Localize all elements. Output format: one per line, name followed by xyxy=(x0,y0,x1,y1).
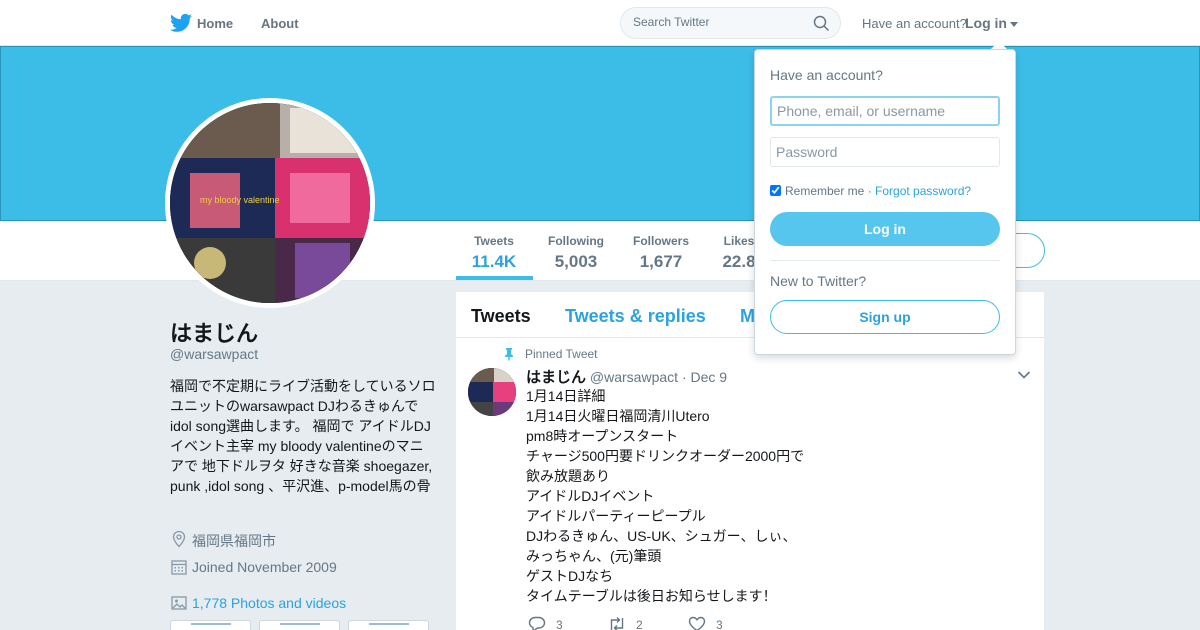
tweet-line: 1月14日火曜日福岡清川Utero xyxy=(526,408,710,424)
like-count: 3 xyxy=(716,618,723,630)
stat-label: Tweets xyxy=(474,234,514,248)
heart-icon xyxy=(688,616,706,630)
stat-value: 1,677 xyxy=(639,252,683,271)
remember-me-label[interactable]: Remember me xyxy=(785,184,864,198)
stat-label: Followers xyxy=(632,234,689,248)
have-account-text: Have an account? xyxy=(862,16,967,31)
login-button[interactable]: Log in xyxy=(770,212,1000,246)
twitter-bird-icon[interactable] xyxy=(170,13,192,33)
pinned-tweet-label: Pinned Tweet xyxy=(525,347,598,361)
stat-value: 11.4K xyxy=(471,252,517,271)
stat-value: 22.8 xyxy=(722,252,756,271)
stat-label: Likes xyxy=(723,234,755,248)
profile-bio: 福岡で不定期にライブ活動をしているソロユニットのwarsawpact DJわるき… xyxy=(170,378,436,494)
calendar-icon xyxy=(171,560,187,575)
remember-me-checkbox[interactable] xyxy=(770,185,781,196)
pin-icon xyxy=(505,348,513,361)
nav-home-link[interactable]: Home xyxy=(197,16,233,31)
stat-likes[interactable]: Likes 22.8 xyxy=(719,234,759,272)
search-icon[interactable] xyxy=(813,15,830,32)
signup-button[interactable]: Sign up xyxy=(770,300,1000,334)
image-icon xyxy=(171,596,187,610)
stat-label: Following xyxy=(548,234,604,248)
active-stat-indicator xyxy=(456,276,533,280)
tweet-avatar-image xyxy=(468,368,516,416)
media-thumbnail[interactable] xyxy=(170,620,251,630)
login-dropdown: Have an account? Remember me · Forgot pa… xyxy=(754,49,1016,355)
search-box xyxy=(620,7,841,39)
password-field[interactable] xyxy=(770,137,1000,167)
new-to-twitter-text: New to Twitter? xyxy=(770,273,867,289)
reply-icon xyxy=(528,616,546,630)
username-field[interactable] xyxy=(770,96,1000,126)
photos-videos-text[interactable]: 1,778 Photos and videos xyxy=(192,595,346,611)
media-thumbnail[interactable] xyxy=(259,620,340,630)
profile-avatar[interactable]: my bloody valentine xyxy=(165,98,375,308)
media-thumbnail[interactable] xyxy=(348,620,429,630)
stat-value: 5,003 xyxy=(554,252,598,271)
tab-media[interactable]: M xyxy=(740,306,755,327)
stat-followers[interactable]: Followers 1,677 xyxy=(631,234,691,272)
tweet-author-handle[interactable]: @warsawpact xyxy=(590,369,678,385)
retweet-icon xyxy=(610,617,624,630)
tweet-line: 飲み放題あり xyxy=(526,468,610,484)
avatar-image: my bloody valentine xyxy=(170,103,370,303)
tweet-line: タイムテーブルは後日お知らせします！ xyxy=(526,588,777,604)
tweet-author-avatar[interactable] xyxy=(468,368,516,416)
search-input[interactable] xyxy=(633,15,803,29)
location-text: 福岡県福岡市 xyxy=(192,533,276,549)
chevron-down-icon[interactable] xyxy=(1017,370,1031,380)
divider xyxy=(770,260,1000,261)
tweet-author-name[interactable]: はまじん xyxy=(526,369,586,386)
svg-text:my bloody valentine: my bloody valentine xyxy=(200,195,280,205)
login-dropdown-title: Have an account? xyxy=(770,67,883,83)
tweet-date[interactable]: · Dec 9 xyxy=(682,369,727,385)
stat-tweets[interactable]: Tweets 11.4K xyxy=(470,234,518,272)
tweet-line: アイドルDJイベント xyxy=(526,488,655,504)
forgot-password-link[interactable]: Forgot password? xyxy=(875,184,971,198)
retweet-count: 2 xyxy=(636,618,643,630)
login-dropdown-toggle[interactable]: Log in xyxy=(965,15,1018,31)
tweet-line: アイドルパーティーピープル xyxy=(526,508,706,524)
joined-text: Joined November 2009 xyxy=(192,559,337,575)
tab-tweets-replies[interactable]: Tweets & replies xyxy=(565,306,706,327)
stat-following[interactable]: Following 5,003 xyxy=(546,234,606,272)
tweet-text: 1月14日詳細 1月14日火曜日福岡清川Utero pm8時オープンスタート チ… xyxy=(526,386,804,606)
tweet-line: pm8時オープンスタート xyxy=(526,428,679,444)
top-navigation-bar: Home About Have an account? Log in xyxy=(0,0,1200,46)
remember-me-row: Remember me · Forgot password? xyxy=(770,184,971,198)
tweet-header: はまじん @warsawpact · Dec 9 xyxy=(526,366,727,387)
location-pin-icon xyxy=(172,530,186,548)
login-toggle-label: Log in xyxy=(965,15,1007,31)
chevron-down-icon xyxy=(1010,21,1018,27)
tweet-line: ゲストDJなち xyxy=(526,568,614,584)
nav-about-link[interactable]: About xyxy=(261,16,299,31)
profile-name: はまじん xyxy=(170,321,259,346)
profile-handle[interactable]: @warsawpact xyxy=(170,346,258,362)
reply-count: 3 xyxy=(556,618,563,630)
tweet-line: みっちゃん、(元)筆頭 xyxy=(526,548,662,564)
tab-tweets[interactable]: Tweets xyxy=(471,306,531,327)
tweet-line: 1月14日詳細 xyxy=(526,388,606,404)
tweet-line: チャージ500円要ドリンクオーダー2000円で xyxy=(526,448,805,464)
tweet-line: DJわるきゅん、US-UK、シュガー、しぃ、 xyxy=(526,528,797,544)
